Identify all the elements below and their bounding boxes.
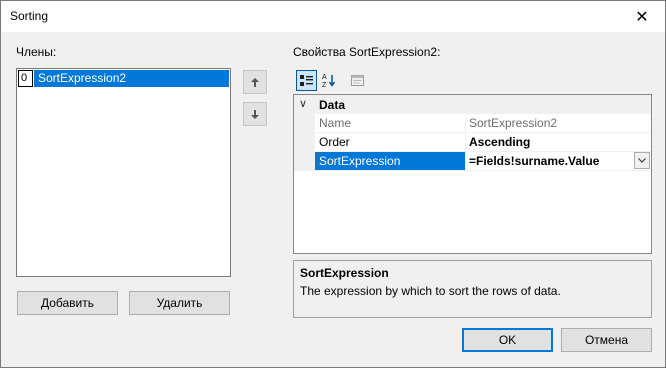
property-value[interactable]: =Fields!surname.Value [467,152,651,170]
property-name: SortExpression [315,152,466,170]
ok-button[interactable]: OK [462,328,553,352]
add-button[interactable]: Добавить [17,291,118,315]
svg-text:A: A [322,74,327,81]
alphabetical-button[interactable]: A Z [319,70,340,91]
property-pages-icon [351,75,364,86]
property-row-name[interactable]: Name SortExpression2 [315,114,651,133]
dropdown-button[interactable] [634,152,650,169]
property-name: Name [315,114,466,132]
arrow-down-icon [251,109,259,119]
property-name: Order [315,133,466,151]
property-row-order[interactable]: Order Ascending [315,133,651,152]
property-pages-button[interactable] [347,70,368,91]
cancel-button[interactable]: Отмена [561,328,652,352]
member-index: 0 [18,70,33,87]
chevron-down-icon [638,158,646,163]
category-label: Data [319,98,346,112]
category-data[interactable]: ∨ Data [294,95,651,114]
grid-gutter [294,114,315,171]
list-item[interactable]: 0 SortExpression2 [18,70,229,87]
categorized-button[interactable] [296,70,317,91]
arrow-up-icon [251,77,259,87]
sorting-dialog: Sorting ✕ Члены: 0 SortExpression2 Добав… [0,0,666,368]
description-title: SortExpression [300,266,389,280]
categorized-icon [300,75,313,86]
close-icon: ✕ [635,8,649,26]
alphabetical-icon: A Z [322,74,336,88]
move-down-button[interactable] [243,102,267,126]
members-label: Члены: [16,45,57,59]
move-up-button[interactable] [243,70,267,94]
close-button[interactable]: ✕ [619,1,665,32]
svg-text:Z: Z [322,82,327,88]
delete-button[interactable]: Удалить [129,291,230,315]
members-list[interactable]: 0 SortExpression2 [16,68,231,277]
member-name: SortExpression2 [34,70,229,87]
property-value[interactable]: Ascending [467,133,651,151]
description-panel: SortExpression The expression by which t… [293,260,652,318]
title-bar: Sorting ✕ [1,1,665,32]
property-grid[interactable]: ∨ Data Name SortExpression2 Order Ascend… [293,94,652,254]
chevron-down-icon[interactable]: ∨ [299,97,307,110]
property-value: SortExpression2 [469,116,558,130]
description-text: The expression by which to sort the rows… [300,284,561,298]
properties-label: Свойства SortExpression2: [293,45,441,59]
property-row-sortexpression[interactable]: SortExpression =Fields!surname.Value [315,152,651,171]
window-title: Sorting [10,9,49,23]
